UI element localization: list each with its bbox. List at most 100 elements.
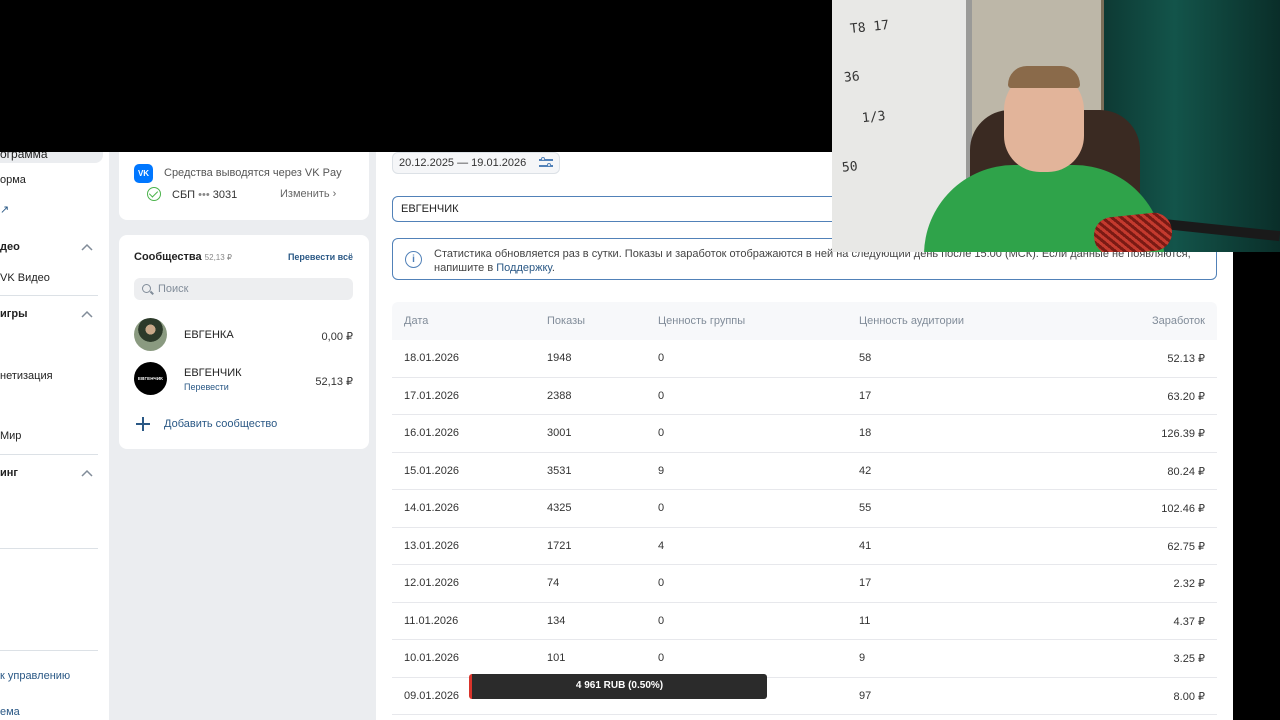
transfer-all-button[interactable]: Перевести всё: [288, 252, 353, 262]
community-select-value: ЕВГЕНЧИК: [401, 203, 459, 215]
table-row: 14.01.2026 4325 0 55 102.46 ₽: [392, 490, 1217, 528]
cell-group-value: 0: [658, 352, 665, 364]
cell-views: 101: [547, 652, 566, 664]
column-header-audience-value[interactable]: Ценность аудитории: [859, 315, 964, 327]
donation-goal-min: 0 RUB: [472, 700, 499, 710]
community-name[interactable]: ЕВГЕНКА: [184, 329, 234, 341]
column-header-views[interactable]: Показы: [547, 315, 585, 327]
sbp-account: СБП ••• 3031: [172, 189, 237, 201]
nav-divider: [0, 454, 98, 455]
plus-icon[interactable]: [136, 417, 150, 431]
nav-item-selected[interactable]: ограмма: [0, 152, 103, 163]
cell-group-value: 0: [658, 389, 665, 402]
vkpay-text: Средства выводятся через VK Pay: [164, 167, 342, 179]
table-row: 12.01.2026 74 0 17 2.32 ₽: [392, 565, 1217, 603]
cell-date: 17.01.2026: [404, 389, 460, 402]
cell-date: 11.01.2026: [404, 614, 459, 627]
avatar[interactable]: ЕВГЕНЧИК: [134, 362, 167, 395]
left-nav: ограмма орма ↗ део VK Видео игры нетизац…: [0, 152, 109, 720]
cell-date: 10.01.2026: [404, 652, 460, 664]
cell-date: 14.01.2026: [404, 502, 460, 514]
community-row[interactable]: ЕВГЕНЧИК ЕВГЕНЧИК Перевести 52,13 ₽: [134, 362, 353, 396]
nav-item-mir[interactable]: Мир: [0, 430, 21, 442]
info-tail: .: [551, 262, 555, 274]
table-row: 15.01.2026 3531 9 42 80.24 ₽: [392, 453, 1217, 490]
cell-earnings: 2.32 ₽: [1173, 578, 1205, 590]
cell-group-value: 0: [658, 577, 665, 589]
webcam-overlay: T8 17 36 1/3 50: [832, 0, 1280, 252]
cell-views: 134: [547, 614, 566, 627]
avatar[interactable]: [134, 318, 167, 351]
nav-section-games[interactable]: игры: [0, 308, 27, 320]
table-row: 10.01.2026 101 0 9 3.25 ₽: [392, 640, 1217, 678]
search-input[interactable]: Поиск: [134, 278, 353, 300]
cell-views: 74: [547, 577, 560, 589]
cell-views: 1721: [547, 539, 572, 552]
cell-earnings: 52.13 ₽: [1167, 353, 1205, 365]
community-name[interactable]: ЕВГЕНЧИК: [184, 367, 242, 379]
donation-goal-bar: 4 961 RUB (0.50%): [469, 674, 767, 699]
table-row: 17.01.2026 2388 0 17 63.20 ₽: [392, 378, 1217, 415]
cell-audience-value: 58: [859, 352, 872, 364]
transfer-link[interactable]: Перевести: [184, 382, 229, 392]
cell-group-value: 0: [658, 427, 665, 439]
cell-earnings: 62.75 ₽: [1167, 540, 1205, 553]
chevron-up-icon[interactable]: [81, 243, 93, 251]
info-icon: i: [405, 251, 422, 268]
nav-item-forma[interactable]: орма: [0, 174, 26, 186]
cell-earnings: 63.20 ₽: [1167, 390, 1205, 403]
check-circle-icon: [147, 187, 161, 201]
donation-goal-ghost: на покупку чего-то: [566, 660, 643, 670]
community-row[interactable]: ЕВГЕНКА 0,00 ₽: [134, 318, 353, 352]
payout-card: VK Средства выводятся через VK Pay СБП •…: [119, 152, 369, 220]
donation-goal-text: 4 961 RUB (0.50%): [575, 680, 664, 691]
change-button[interactable]: Изменить ›: [280, 188, 336, 200]
nav-item-monetization[interactable]: нетизация: [0, 370, 53, 382]
nav-section-video[interactable]: део: [0, 241, 20, 253]
cell-date: 16.01.2026: [404, 427, 460, 439]
streamer-hair-image: [1008, 66, 1080, 88]
cell-audience-value: 11: [859, 614, 871, 627]
cell-date: 15.01.2026: [404, 464, 460, 477]
cell-date: 13.01.2026: [404, 539, 460, 552]
table-row: 16.01.2026 3001 0 18 126.39 ₽: [392, 415, 1217, 453]
nav-external-link[interactable]: ↗: [0, 203, 9, 216]
cell-group-value: 0: [658, 614, 665, 627]
cell-audience-value: 9: [859, 652, 866, 664]
column-header-earnings[interactable]: Заработок: [1152, 315, 1205, 327]
table-row: 11.01.2026 134 0 11 4.37 ₽: [392, 603, 1217, 640]
cell-earnings: 126.39 ₽: [1161, 428, 1205, 440]
cell-earnings: 80.24 ₽: [1167, 465, 1205, 478]
column-header-group-value[interactable]: Ценность группы: [658, 315, 745, 327]
cell-audience-value: 55: [859, 502, 872, 514]
nav-link-to-management[interactable]: к управлению: [0, 670, 70, 682]
table-row: 13.01.2026 1721 4 41 62.75 ₽: [392, 528, 1217, 565]
cell-group-value: 0: [658, 502, 665, 514]
communities-card: Сообщества 52,13 ₽ Перевести всё Поиск ЕВ…: [119, 235, 369, 449]
donation-goal-max: 1 000 000 RUB: [694, 700, 756, 710]
sbp-label: СБП: [172, 189, 196, 201]
nav-link-theme[interactable]: ема: [0, 706, 20, 718]
communities-title-text: Сообщества: [134, 251, 202, 263]
nav-section-ing[interactable]: инг: [0, 467, 18, 479]
cell-audience-value: 17: [859, 389, 872, 402]
add-community-button[interactable]: Добавить сообщество: [164, 418, 277, 430]
table-body: 18.01.2026 1948 0 58 52.13 ₽17.01.2026 2388 0 1…: [392, 340, 1217, 715]
date-range-picker[interactable]: 20.12.2025 — 19.01.2026: [392, 152, 560, 174]
community-amount: 52,13 ₽: [315, 376, 353, 388]
filter-icon[interactable]: [539, 157, 553, 169]
cell-earnings: 102.46 ₽: [1161, 503, 1205, 515]
cell-date: 18.01.2026: [404, 352, 460, 364]
communities-total: 52,13 ₽: [204, 253, 233, 262]
nav-item-vk-video[interactable]: VK Видео: [0, 272, 50, 284]
column-header-date[interactable]: Дата: [404, 315, 428, 327]
search-icon: [142, 284, 151, 293]
communities-title: Сообщества 52,13 ₽: [134, 251, 232, 263]
cell-audience-value: 41: [859, 539, 872, 552]
chevron-up-icon[interactable]: [81, 469, 93, 477]
sbp-number: 3031: [212, 189, 238, 201]
chevron-up-icon[interactable]: [81, 310, 93, 318]
support-link[interactable]: Поддержку: [496, 262, 552, 274]
cell-group-value: 0: [658, 652, 665, 664]
cell-audience-value: 42: [859, 464, 872, 477]
